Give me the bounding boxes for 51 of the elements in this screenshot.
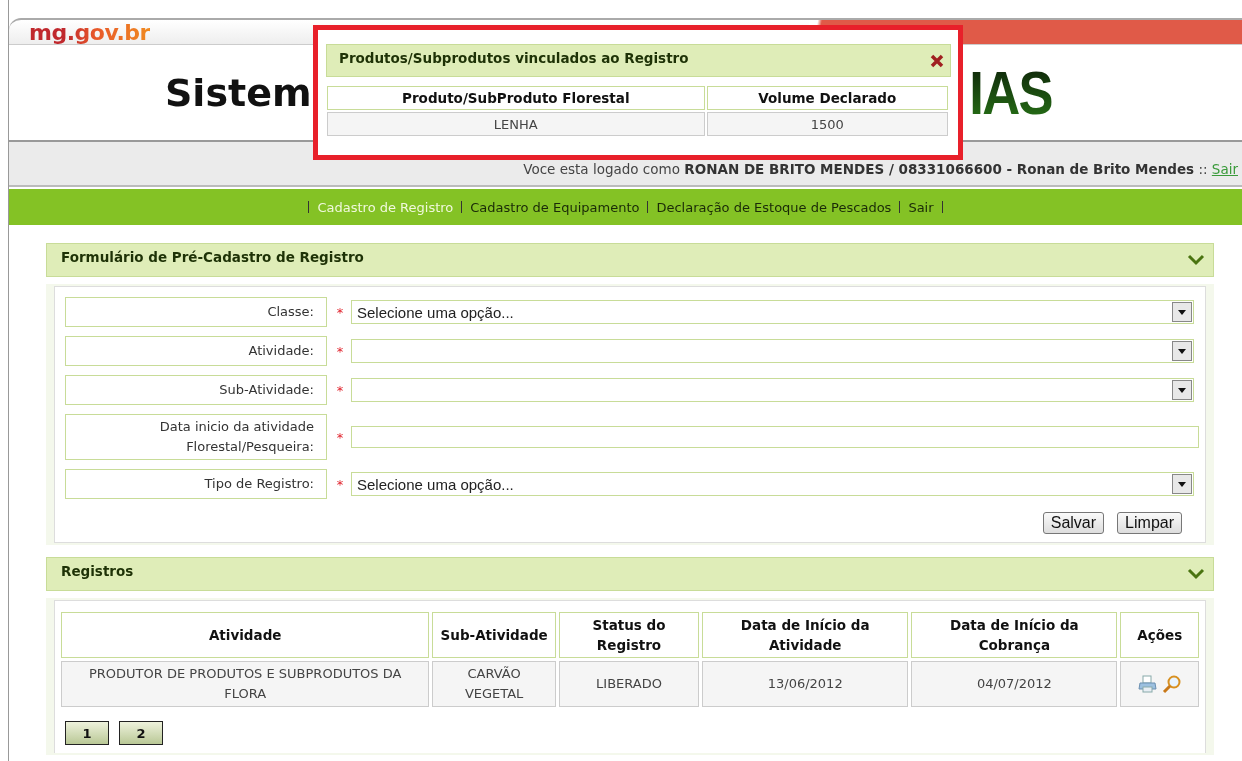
required-marker: *: [335, 476, 345, 492]
column-header: Volume Declarado: [706, 86, 948, 110]
column-header: Produto/SubProduto Florestal: [327, 86, 705, 110]
required-marker: *: [335, 304, 345, 320]
field-label: Atividade:: [65, 336, 327, 366]
table-cell: 13/06/2012: [702, 661, 909, 707]
page-button[interactable]: 1: [65, 721, 109, 745]
panel-header[interactable]: Formulário de Pré-Cadastro de Registro: [46, 243, 1214, 277]
column-header: Data de Início da Cobrança: [911, 612, 1118, 658]
nav-link[interactable]: Cadastro de Equipamento: [470, 199, 640, 215]
column-header: Data de Início da Atividade: [702, 612, 909, 658]
close-icon[interactable]: [929, 52, 945, 69]
table-cell: LIBERADO: [558, 661, 700, 707]
select-field[interactable]: Selecione uma opção...: [351, 300, 1194, 324]
panel-title: Registros: [61, 563, 134, 579]
required-marker: *: [335, 343, 345, 359]
table-cell: PRODUTOR DE PRODUTOS E SUBPRODUTOS DA FLORA: [61, 661, 430, 707]
table-cell: 04/07/2012: [911, 661, 1118, 707]
column-header: Sub-Atividade: [432, 612, 556, 658]
select-field[interactable]: [351, 378, 1194, 402]
table-cell: CARVÃO VEGETAL: [432, 661, 556, 707]
nav-link[interactable]: Declaração de Estoque de Pescados: [656, 199, 892, 215]
magnifier-icon[interactable]: [1161, 674, 1182, 694]
form-button[interactable]: Salvar: [1042, 512, 1105, 534]
popup-title: Produtos/Subprodutos vinculados ao Registro: [339, 49, 689, 66]
page-button[interactable]: 2: [119, 721, 163, 745]
form-button[interactable]: Limpar: [1117, 512, 1182, 534]
printer-icon[interactable]: [1137, 674, 1158, 694]
select-field[interactable]: Selecione uma opção...: [351, 472, 1194, 496]
date-input-field[interactable]: [351, 426, 1199, 448]
separator-text: ::: [1197, 161, 1209, 177]
field-label: Data inicio da atividade Florestal/Pesqueira:: [65, 414, 327, 460]
chevron-down-icon[interactable]: [1187, 254, 1205, 266]
user-name: RONAN DE BRITO MENDES / 08331066600 - Ronan de Brito Mendes: [684, 161, 1195, 177]
login-label: Voce esta logado como: [523, 161, 681, 177]
panel-title: Formulário de Pré-Cadastro de Registro: [61, 249, 364, 265]
column-header: Atividade: [61, 612, 430, 658]
required-marker: *: [335, 429, 345, 445]
required-marker: *: [335, 382, 345, 398]
column-header: Status do Registro: [558, 612, 700, 658]
chevron-down-icon[interactable]: [1187, 568, 1205, 580]
system-title: Sistem: [165, 70, 312, 115]
field-label: Tipo de Registro:: [65, 469, 327, 499]
panel-header[interactable]: Registros: [46, 557, 1214, 591]
table-cell: 1500: [706, 112, 948, 136]
field-label: Sub-Atividade:: [65, 375, 327, 405]
column-header: Ações: [1120, 612, 1199, 658]
field-label: Classe:: [65, 297, 327, 327]
select-field[interactable]: [351, 339, 1194, 363]
table-cell: LENHA: [327, 112, 705, 136]
nav-link[interactable]: Sair: [908, 199, 934, 215]
